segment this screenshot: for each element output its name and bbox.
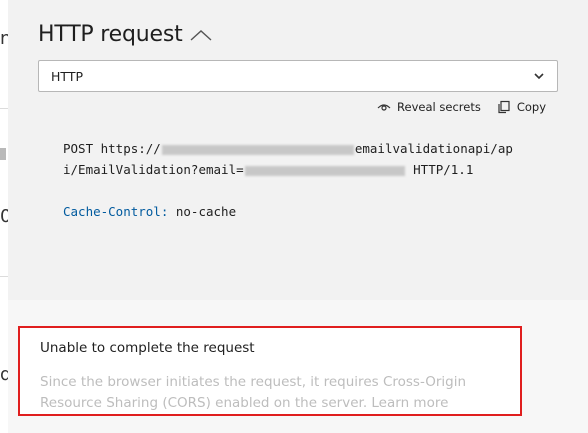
response-area: Unable to complete the request Since the…	[8, 300, 588, 433]
copy-button[interactable]: Copy	[497, 100, 546, 114]
chevron-up-icon[interactable]	[189, 27, 213, 43]
code-text: emailvalidationapi/ap	[354, 141, 513, 156]
http-request-panel: HTTP request HTTP Reveal secrets Copy PO…	[8, 0, 588, 433]
protocol-select[interactable]: HTTP	[38, 60, 558, 92]
code-text: i/EmailValidation?email=	[63, 162, 244, 177]
error-message-box: Unable to complete the request Since the…	[18, 326, 522, 416]
header-key: Cache-Control:	[63, 204, 169, 219]
code-line-1: POST https:// emailvalidationapi/ap	[63, 138, 513, 159]
divider	[0, 108, 8, 109]
code-line-header: Cache-Control: no-cache	[63, 201, 513, 222]
section-header[interactable]: HTTP request	[38, 22, 213, 47]
error-description: Since the browser initiates the request,…	[40, 374, 467, 411]
chevron-down-icon	[534, 73, 544, 80]
code-text: POST https://	[63, 141, 161, 156]
eye-icon	[377, 104, 391, 111]
error-title: Unable to complete the request	[40, 340, 255, 356]
header-value: no-cache	[168, 204, 237, 219]
redacted-host	[161, 144, 354, 155]
reveal-secrets-label: Reveal secrets	[397, 100, 481, 114]
background-mark	[0, 148, 6, 160]
redacted-email	[244, 165, 405, 176]
copy-icon	[498, 100, 510, 114]
reveal-secrets-button[interactable]: Reveal secrets	[377, 100, 481, 114]
protocol-select-value: HTTP	[51, 68, 83, 84]
code-text: HTTP/1.1	[405, 162, 474, 177]
section-title: HTTP request	[38, 22, 183, 47]
code-line-2: i/EmailValidation?email= HTTP/1.1	[63, 159, 513, 180]
code-actions: Reveal secrets Copy	[377, 100, 546, 114]
copy-label: Copy	[516, 100, 546, 114]
divider	[0, 276, 8, 277]
request-code-block: POST https:// emailvalidationapi/ap i/Ema…	[63, 138, 513, 222]
